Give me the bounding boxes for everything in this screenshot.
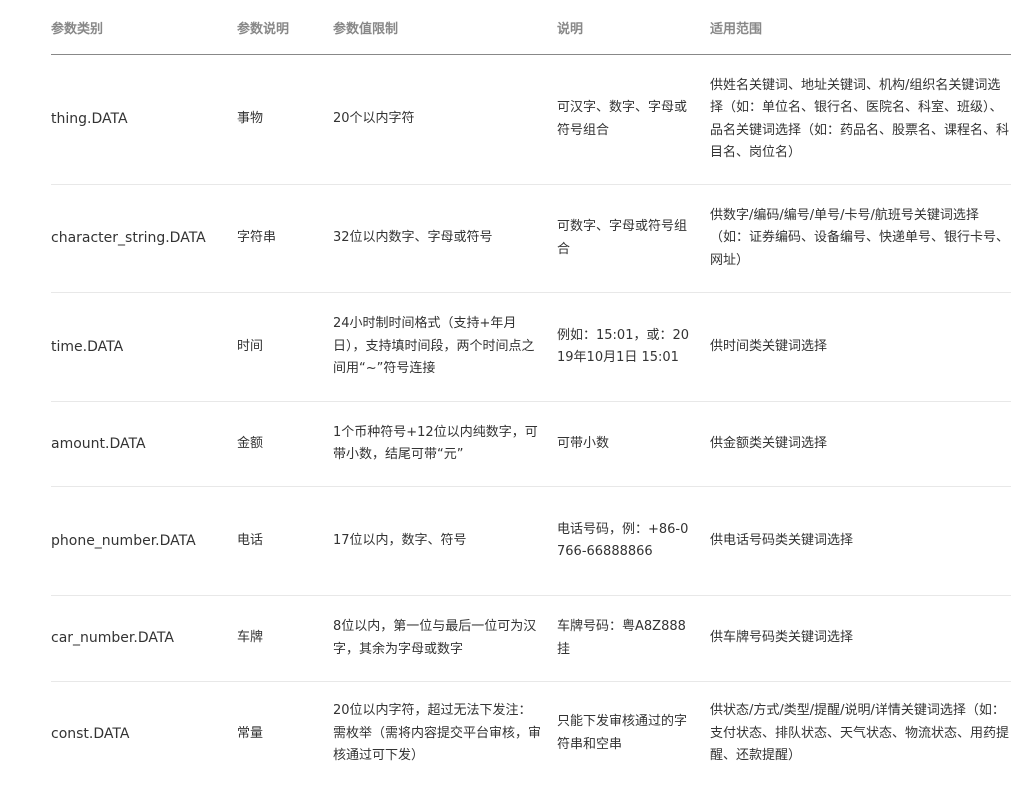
cell-limit: 20个以内字符 — [333, 54, 557, 185]
table-row: amount.DATA 金额 1个币种符号+12位以内纯数字，可带小数，结尾可带… — [51, 401, 1011, 487]
cell-desc: 事物 — [237, 54, 333, 185]
table-row: time.DATA 时间 24小时制时间格式（支持+年月日），支持填时间段，两个… — [51, 292, 1011, 402]
cell-note: 电话号码，例：+86-0766-66888866 — [557, 486, 710, 596]
cell-note: 可带小数 — [557, 401, 710, 487]
cell-limit: 20位以内字符，超过无法下发注：需枚举（需将内容提交平台审核，审核通过可下发） — [333, 703, 542, 763]
cell-scope: 供状态/方式/类型/提醒/说明/详情关键词选择（如：支付状态、排队状态、天气状态… — [710, 703, 1010, 763]
cell-scope: 供金额类关键词选择 — [710, 401, 1011, 487]
table-row: thing.DATA 事物 20个以内字符 可汉字、数字、字母或符号组合 供姓名… — [51, 54, 1011, 185]
cell-desc: 常量 — [237, 725, 264, 741]
cell-limit: 8位以内，第一位与最后一位可为汉字，其余为字母或数字 — [333, 595, 557, 682]
parameter-table: 参数类别 参数说明 参数值限制 说明 适用范围 thing.DATA 事物 20… — [51, 0, 1011, 786]
cell-key: time.DATA — [51, 292, 237, 402]
cell-note: 车牌号码：粤A8Z888挂 — [557, 595, 710, 682]
cell-note: 可汉字、数字、字母或符号组合 — [557, 54, 710, 185]
cell-desc: 时间 — [237, 292, 333, 402]
cell-desc: 车牌 — [237, 595, 333, 682]
cell-limit: 32位以内数字、字母或符号 — [333, 184, 557, 293]
cell-key: car_number.DATA — [51, 595, 237, 682]
table-row: character_string.DATA 字符串 32位以内数字、字母或符号 … — [51, 184, 1011, 293]
table-row: phone_number.DATA 电话 17位以内，数字、符号 电话号码，例：… — [51, 486, 1011, 596]
parameter-doc: 参数类别 参数说明 参数值限制 说明 适用范围 thing.DATA 事物 20… — [51, 0, 1011, 786]
cell-key: phone_number.DATA — [51, 486, 237, 596]
cell-key: character_string.DATA — [51, 184, 237, 293]
cell-key: amount.DATA — [51, 401, 237, 487]
cell-scope: 供电话号码类关键词选择 — [710, 486, 1011, 596]
cell-scope: 供数字/编码/编号/单号/卡号/航班号关键词选择（如：证券编码、设备编号、快递单… — [710, 184, 1011, 293]
table-header-row: 参数类别 参数说明 参数值限制 说明 适用范围 — [51, 0, 1011, 55]
table-row: const.DATA 常量 20位以内字符，超过无法下发注：需枚举（需将内容提交… — [51, 682, 1011, 786]
cell-scope: 供姓名关键词、地址关键词、机构/组织名关键词选择（如：单位名、银行名、医院名、科… — [710, 54, 1011, 185]
cell-note: 可数字、字母或符号组合 — [557, 184, 710, 293]
cell-desc: 字符串 — [237, 184, 333, 293]
cell-limit: 24小时制时间格式（支持+年月日），支持填时间段，两个时间点之间用“~”符号连接 — [333, 292, 557, 402]
cell-limit: 17位以内，数字、符号 — [333, 486, 557, 596]
header-scope: 适用范围 — [710, 0, 1011, 55]
cell-key: thing.DATA — [51, 54, 237, 185]
cell-note: 只能下发审核通过的字符串和空串 — [557, 714, 688, 752]
cell-scope: 供时间类关键词选择 — [710, 292, 1011, 402]
cell-key: const.DATA — [51, 725, 130, 742]
header-category: 参数类别 — [51, 0, 237, 55]
cell-limit: 1个币种符号+12位以内纯数字，可带小数，结尾可带“元” — [333, 401, 557, 487]
cell-desc: 金额 — [237, 401, 333, 487]
cell-note: 例如：15:01，或：2019年10月1日 15:01 — [557, 292, 710, 402]
header-note: 说明 — [557, 0, 710, 55]
table-row: car_number.DATA 车牌 8位以内，第一位与最后一位可为汉字，其余为… — [51, 595, 1011, 682]
header-description: 参数说明 — [237, 0, 333, 55]
cell-desc: 电话 — [237, 486, 333, 596]
cell-scope: 供车牌号码类关键词选择 — [710, 595, 1011, 682]
header-value-limit: 参数值限制 — [333, 0, 557, 55]
